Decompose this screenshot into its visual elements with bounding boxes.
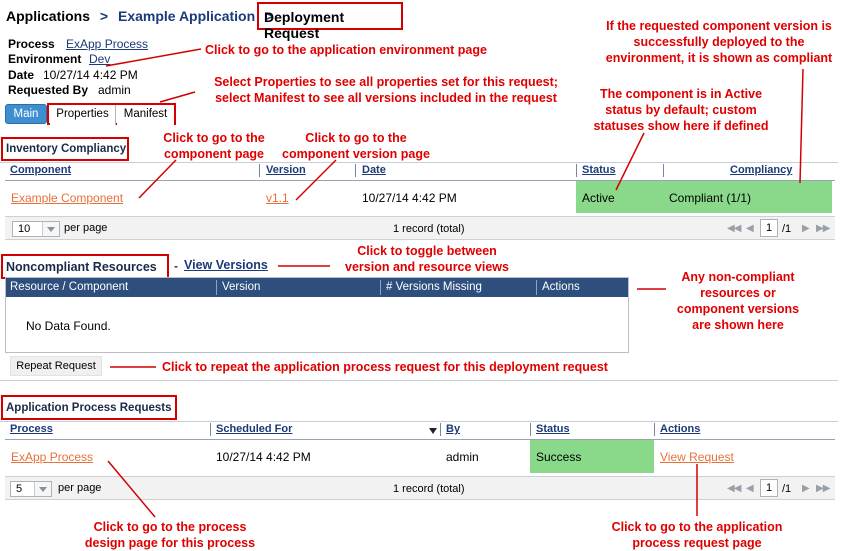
callout-line [107,460,156,518]
callout-line [138,159,177,199]
callout-line [799,68,804,184]
callout-line [105,48,202,67]
callout-lines [105,48,804,518]
callout-line [615,132,645,191]
callout-line [295,159,337,201]
callout-line [159,91,196,103]
